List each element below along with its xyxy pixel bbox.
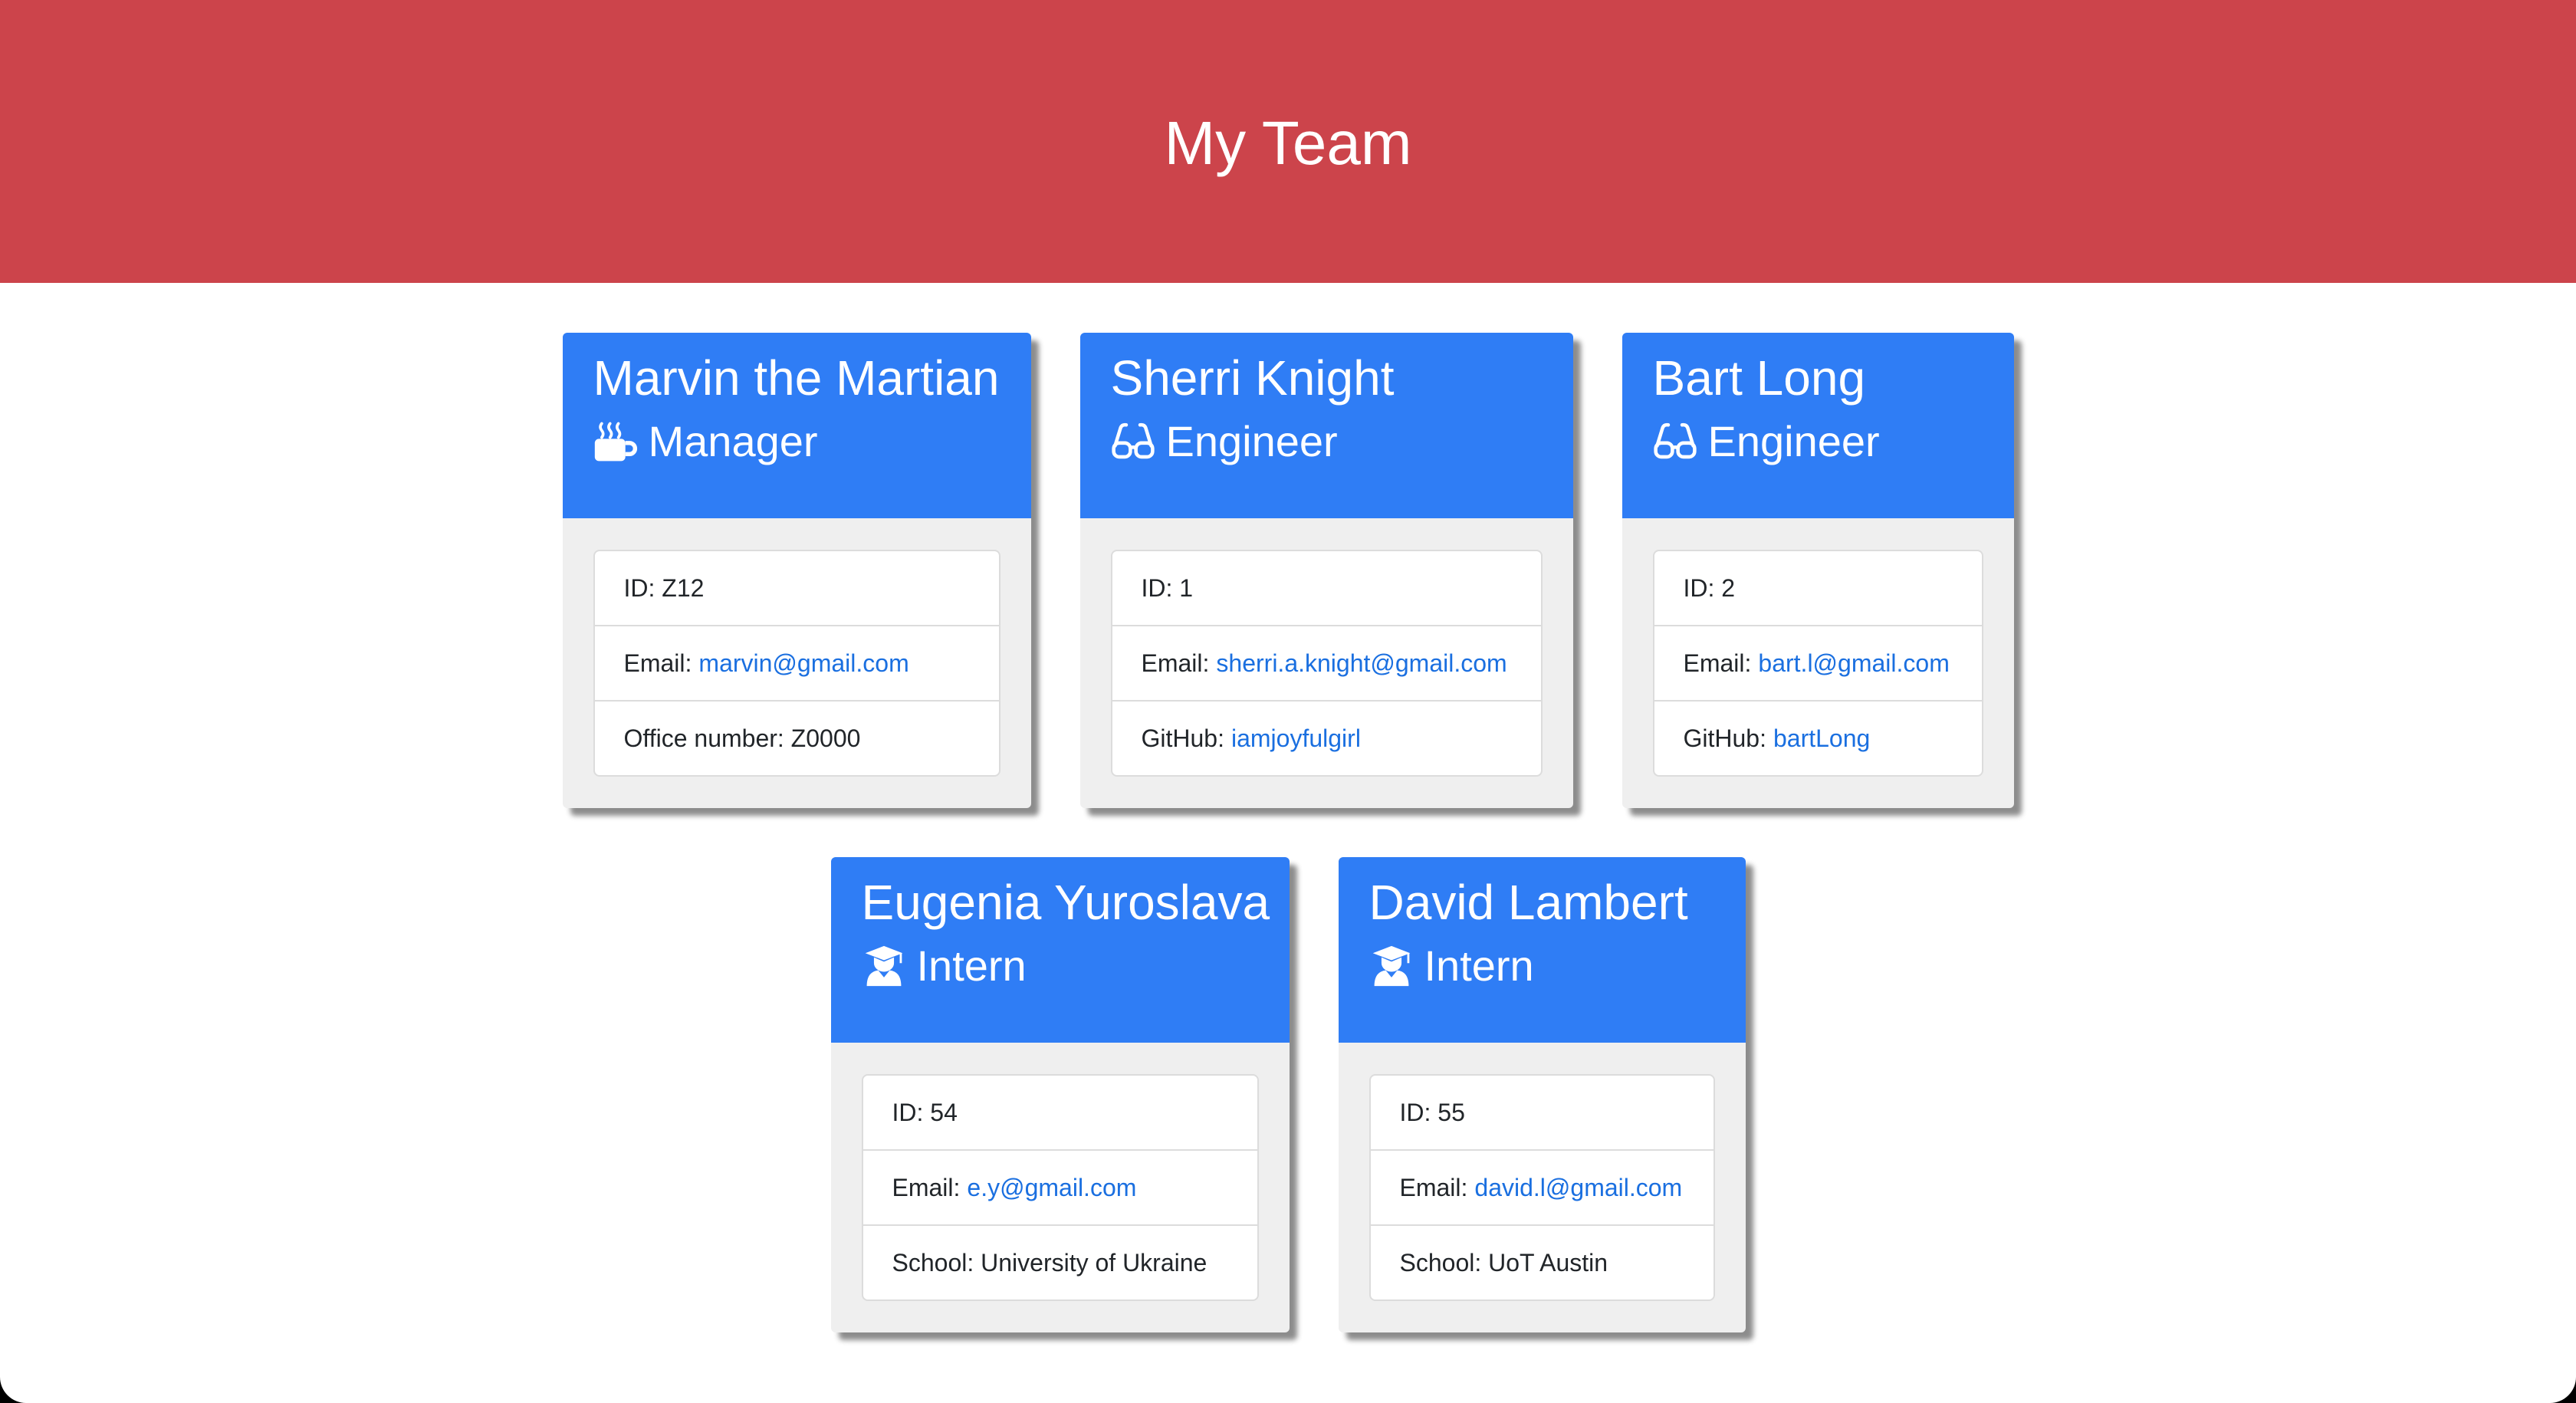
github-label: GitHub: — [1683, 724, 1766, 752]
list-item-github: GitHub: bartLong — [1654, 700, 1982, 775]
list-item-school: School: UoT Austin — [1370, 1224, 1714, 1300]
list-item-id: ID: 55 — [1399, 1098, 1465, 1126]
email-link[interactable]: bart.l@gmail.com — [1758, 649, 1949, 678]
graduate-icon — [865, 945, 902, 986]
card-header: David Lambert Intern — [1338, 857, 1746, 1043]
employee-card-manager: Marvin the Martian Manager ID: Z12 Email… — [562, 333, 1031, 808]
role-label: Manager — [648, 417, 818, 466]
page: My Team Marvin the Martian Manager ID: Z… — [0, 0, 2576, 1403]
role-label: Engineer — [1707, 417, 1880, 466]
employee-card-engineer: Bart Long Engineer ID: 2 Email: bart.l@g… — [1622, 333, 2014, 808]
email-link[interactable]: marvin@gmail.com — [698, 649, 909, 678]
glasses-icon — [1653, 422, 1697, 458]
card-header: Marvin the Martian Manager — [562, 333, 1031, 518]
team-row-1: Marvin the Martian Manager ID: Z12 Email… — [0, 333, 2576, 808]
email-link[interactable]: david.l@gmail.com — [1474, 1174, 1682, 1202]
details-list: ID: 1 Email: sherri.a.knight@gmail.com G… — [1110, 550, 1543, 777]
list-item-school: School: University of Ukraine — [863, 1224, 1257, 1300]
role-label: Intern — [916, 941, 1027, 991]
github-link[interactable]: bartLong — [1773, 724, 1870, 753]
details-list: ID: 2 Email: bart.l@gmail.com GitHub: ba… — [1652, 550, 1983, 777]
employee-role: Manager — [593, 416, 1001, 466]
list-item-id: ID: 1 — [1141, 573, 1194, 602]
list-item-office-number: Office number: Z0000 — [594, 700, 999, 775]
employee-name: Eugenia Yuroslava — [861, 875, 1270, 930]
list-item-email: Email: david.l@gmail.com — [1370, 1149, 1714, 1224]
role-label: Intern — [1424, 941, 1534, 991]
list-item-github: GitHub: iamjoyfulgirl — [1112, 700, 1541, 775]
card-body: ID: 54 Email: e.y@gmail.com School: Univ… — [831, 1043, 1290, 1332]
email-label: Email: — [1683, 649, 1752, 677]
employee-role: Engineer — [1111, 416, 1543, 466]
github-label: GitHub: — [1141, 724, 1224, 752]
employee-name: Marvin the Martian — [593, 350, 1000, 406]
email-label: Email: — [1399, 1173, 1468, 1201]
card-body: ID: 2 Email: bart.l@gmail.com GitHub: ba… — [1622, 518, 2014, 808]
email-label: Email: — [1141, 649, 1210, 677]
card-header: Eugenia Yuroslava Intern — [830, 857, 1290, 1043]
employee-card-intern: David Lambert Intern ID: 55 Email: david… — [1338, 857, 1746, 1332]
details-list: ID: 54 Email: e.y@gmail.com School: Univ… — [861, 1074, 1259, 1301]
card-header: Bart Long Engineer — [1622, 333, 2014, 518]
employee-role: Intern — [1369, 941, 1715, 991]
card-body: ID: 1 Email: sherri.a.knight@gmail.com G… — [1080, 518, 1573, 808]
list-item-email: Email: sherri.a.knight@gmail.com — [1112, 625, 1541, 700]
team-row-2: Eugenia Yuroslava Intern ID: 54 Email: e… — [0, 857, 2576, 1332]
employee-card-engineer: Sherri Knight Engineer ID: 1 Email: sher… — [1079, 333, 1573, 808]
list-item-id: ID: Z12 — [623, 573, 705, 602]
list-item-email: Email: e.y@gmail.com — [863, 1149, 1257, 1224]
card-body: ID: Z12 Email: marvin@gmail.com Office n… — [563, 518, 1031, 808]
employee-role: Intern — [862, 941, 1259, 991]
coffee-mug-icon — [594, 422, 637, 462]
details-list: ID: Z12 Email: marvin@gmail.com Office n… — [593, 550, 1001, 777]
email-link[interactable]: sherri.a.knight@gmail.com — [1216, 649, 1506, 678]
graduate-icon — [1372, 945, 1410, 986]
employee-name: David Lambert — [1368, 875, 1688, 930]
glasses-icon — [1111, 422, 1155, 458]
email-label: Email: — [892, 1173, 961, 1201]
employee-name: Bart Long — [1652, 350, 1866, 406]
list-item-email: Email: bart.l@gmail.com — [1654, 625, 1982, 700]
details-list: ID: 55 Email: david.l@gmail.com School: … — [1368, 1074, 1715, 1301]
email-link[interactable]: e.y@gmail.com — [967, 1174, 1136, 1202]
header-banner: My Team — [0, 0, 2576, 283]
page-title: My Team — [1164, 108, 1412, 177]
list-item-id: ID: 54 — [892, 1098, 958, 1126]
list-item-id: ID: 2 — [1683, 573, 1736, 602]
email-label: Email: — [623, 649, 692, 677]
role-label: Engineer — [1165, 417, 1338, 466]
employee-card-intern: Eugenia Yuroslava Intern ID: 54 Email: e… — [830, 857, 1290, 1332]
card-header: Sherri Knight Engineer — [1079, 333, 1573, 518]
card-body: ID: 55 Email: david.l@gmail.com School: … — [1339, 1043, 1746, 1332]
employee-role: Engineer — [1653, 416, 1983, 466]
github-link[interactable]: iamjoyfulgirl — [1231, 724, 1361, 753]
list-item-email: Email: marvin@gmail.com — [594, 625, 999, 700]
employee-name: Sherri Knight — [1110, 350, 1395, 406]
